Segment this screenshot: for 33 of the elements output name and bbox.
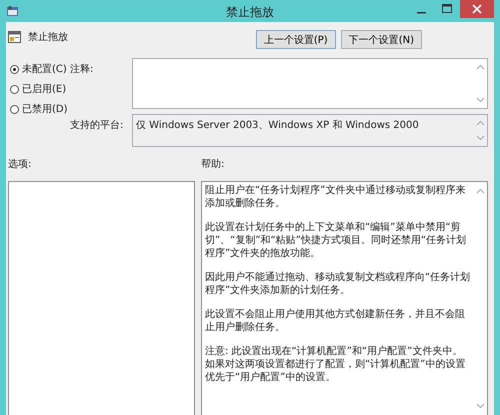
help-paragraph: 因此用户不能通过拖动、移动或复制文档或程序向“任务计划程序”文件夹添加新的计划任务。 xyxy=(205,271,471,297)
scroll-up-icon xyxy=(476,64,484,70)
maximize-icon xyxy=(442,4,452,14)
help-paragraph: 注意: 此设置出现在“计算机配置”和“用户配置”文件夹中。如果对这两项设置都进行了配置，则“计算机配置”中的设置优先于“用户配置”中的设置。 xyxy=(205,345,466,384)
options-label: 选项: xyxy=(8,158,32,172)
help-paragraph: 阻止用户在“任务计划程序”文件夹中通过移动或复制程序来添加或删除任务。 xyxy=(205,184,466,210)
radio-icon[interactable] xyxy=(10,84,19,94)
nav-button[interactable]: 上一个设置(P) xyxy=(256,30,336,49)
help-label: 帮助: xyxy=(201,158,226,172)
close-button[interactable] xyxy=(460,0,494,18)
comment-label: 注释: xyxy=(70,62,94,77)
help-paragraph: 此设置不会阻止用户使用其他方式创建新任务，并且不会阻止用户删除任务。 xyxy=(205,308,466,334)
nav-button[interactable]: 下一个设置(N) xyxy=(340,30,422,49)
radio-option[interactable]: 未配置(C) xyxy=(10,62,70,76)
scroll-down-icon xyxy=(476,97,484,103)
scroll-down-icon xyxy=(476,403,484,409)
comment-field[interactable] xyxy=(132,58,488,109)
scroll-down-icon xyxy=(476,135,484,141)
help-paragraph: 此设置在计划任务中的上下文菜单和“编辑”菜单中禁用“剪切”、“复制”和“粘贴”快捷方式项目。同时还禁用“任务计划程序”文件夹的拖放功能。 xyxy=(205,221,468,260)
radio-icon[interactable] xyxy=(10,104,19,114)
close-icon xyxy=(472,4,482,14)
platform-text: 仅 Windows Server 2003、Windows XP 和 Windows 2000 xyxy=(135,118,420,133)
window-title: 禁止拖放 xyxy=(226,4,274,21)
radio-option[interactable]: 已启用(E) xyxy=(10,82,70,96)
platform-label: 支持的平台: xyxy=(70,118,124,133)
policy-icon xyxy=(8,30,22,44)
radio-option[interactable]: 已禁用(D) xyxy=(10,102,70,116)
app-icon xyxy=(6,4,20,18)
scroll-up-icon xyxy=(476,188,484,194)
minimize-icon xyxy=(416,12,426,14)
policy-name: 禁止拖放 xyxy=(28,30,68,44)
radio-icon[interactable] xyxy=(10,64,19,74)
scroll-up-icon xyxy=(476,120,484,126)
